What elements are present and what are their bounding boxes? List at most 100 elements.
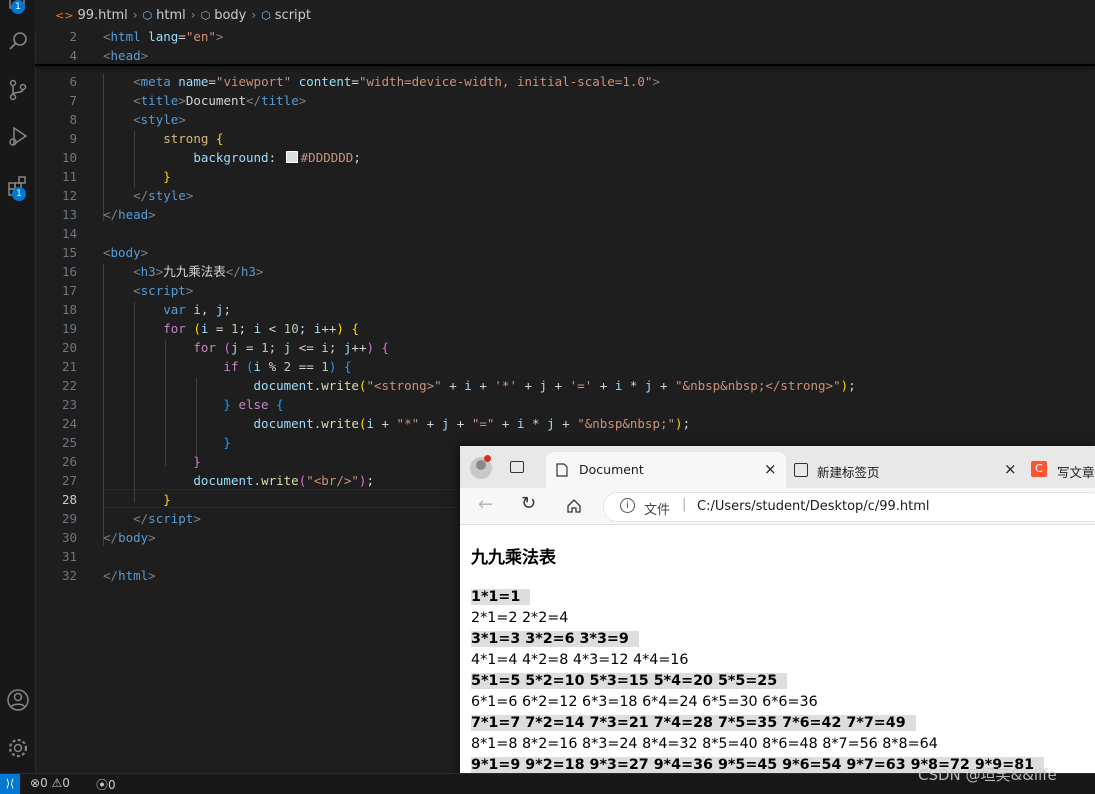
close-tab-icon[interactable]: × — [764, 460, 777, 478]
url-text[interactable]: C:/Users/student/Desktop/c/99.html — [697, 499, 930, 514]
code-line: 9 strong { — [69, 131, 224, 146]
account-icon[interactable] — [0, 684, 35, 716]
error-icon: ⊗ — [30, 776, 41, 790]
info-icon[interactable]: i — [620, 498, 635, 513]
tab-strip: Document × 新建标签页 × C 写文章- — [460, 446, 1095, 488]
multiplication-table: 1*1=1 2*1=2 2*2=4 3*1=3 3*2=6 3*3=9 4*1=… — [471, 587, 1045, 776]
tab-title: 新建标签页 — [817, 465, 880, 480]
code-line: 19 for (i = 1; i < 10; i++) { — [61, 321, 359, 336]
page-heading: 九九乘法表 — [471, 548, 556, 568]
page-icon — [556, 463, 568, 477]
code-line: 11 } — [61, 169, 171, 184]
table-row-text: 1*1=1 — [471, 589, 531, 605]
avatar-head — [476, 460, 486, 470]
source-control-icon[interactable] — [0, 74, 35, 106]
search-icon[interactable] — [0, 25, 35, 57]
file-scheme-label: 文件 — [644, 503, 671, 518]
ports-status[interactable]: ⦿0 — [96, 776, 116, 793]
breadcrumb-file-label: 99.html — [77, 7, 128, 23]
code-line: 7 <title>Document</title> — [69, 93, 307, 108]
error-count: 0 — [40, 776, 48, 790]
page-content: 九九乘法表 1*1=1 2*1=2 2*2=4 3*1=3 3*2=6 3*3=… — [460, 525, 1095, 793]
code-line: 8 <style> — [69, 112, 186, 127]
activity-bar: 1 1 — [0, 0, 36, 773]
color-swatch[interactable] — [285, 151, 298, 163]
code-line: 12 </style> — [61, 188, 194, 203]
new-tab-page-icon — [794, 463, 808, 477]
table-row: 4*1=4 4*2=8 4*3=12 4*4=16 — [471, 650, 1044, 671]
breadcrumb-html-label: html — [156, 7, 186, 23]
html-file-icon: <> — [55, 8, 74, 22]
chevron-right-icon: › — [132, 8, 138, 22]
tab-actions-icon[interactable] — [510, 461, 524, 473]
back-arrow-icon[interactable]: ← — [478, 494, 493, 515]
ports-count: 0 — [108, 778, 116, 792]
explorer-badge: 1 — [11, 0, 25, 14]
table-row-text: 3*1=3 3*2=6 3*3=9 — [471, 631, 639, 647]
breadcrumb-html[interactable]: ⬡ html › — [143, 8, 201, 23]
code-line: 4 <head> — [69, 48, 149, 63]
code-line: 17 <script> — [61, 283, 194, 298]
run-debug-icon[interactable] — [0, 120, 35, 152]
code-line: 18 var i, j; — [61, 302, 231, 317]
tab-title: Document — [579, 462, 644, 477]
tab-new-tab[interactable]: 新建标签页 × — [786, 452, 1026, 488]
breadcrumb-script[interactable]: ⬡ script — [261, 8, 311, 23]
close-tab-icon[interactable]: × — [1004, 460, 1017, 478]
browser-window: Document × 新建标签页 × C 写文章- ← ↻ i 文件 | C:/… — [460, 446, 1095, 793]
tab-title: 写文章- — [1057, 465, 1095, 480]
sticky-scroll-divider — [35, 64, 1095, 66]
code-line: 6 <meta name="viewport" content="width=d… — [69, 74, 660, 89]
explorer-icon[interactable]: 1 — [0, 0, 35, 16]
code-line: 16 <h3>九九乘法表</h3> — [61, 264, 264, 279]
remote-indicator-icon[interactable]: ⟩⟨ — [0, 774, 20, 794]
table-row-text: 6*1=6 6*2=12 6*3=18 6*4=24 6*5=30 6*6=36 — [471, 694, 827, 710]
extensions-badge: 1 — [12, 187, 26, 201]
breadcrumb-body-label: body — [214, 7, 247, 23]
table-row: 1*1=1 — [471, 587, 1044, 608]
code-line: 14 — [61, 226, 77, 241]
table-row: 7*1=7 7*2=14 7*3=21 7*4=28 7*5=35 7*6=42… — [471, 713, 1044, 734]
tab-write-article[interactable]: C 写文章- — [1026, 452, 1095, 488]
settings-gear-icon[interactable] — [0, 732, 35, 764]
table-row-text: 8*1=8 8*2=16 8*3=24 8*4=32 8*5=40 8*6=48… — [471, 736, 947, 752]
table-row-text: 2*1=2 2*2=4 — [471, 610, 578, 626]
csdn-logo-icon: C — [1031, 461, 1047, 477]
address-bar[interactable]: i 文件 | C:/Users/student/Desktop/c/99.htm… — [603, 492, 1095, 522]
code-line: 2 <html lang="en"> — [69, 29, 224, 44]
csdn-watermark: CSDN @坦笑&&life — [918, 766, 1057, 784]
table-row: 6*1=6 6*2=12 6*3=18 6*4=24 6*5=30 6*6=36 — [471, 692, 1044, 713]
breadcrumb-body[interactable]: ⬡ body › — [201, 8, 262, 23]
code-line: 22 document.write("<strong>" + i + '*' +… — [61, 378, 856, 393]
chevron-right-icon: › — [190, 8, 196, 22]
table-row-text: 4*1=4 4*2=8 4*3=12 4*4=16 — [471, 652, 698, 668]
home-icon[interactable] — [566, 498, 582, 514]
active-line-number: 28 — [61, 492, 77, 507]
code-line: 21 if (i % 2 == 1) { — [61, 359, 352, 374]
warning-icon: ⚠ — [51, 776, 63, 790]
broadcast-icon: ⦿ — [96, 778, 109, 792]
element-icon: ⬡ — [142, 8, 153, 22]
notification-dot — [484, 455, 491, 462]
address-divider: | — [682, 497, 687, 512]
table-row-text: 7*1=7 7*2=14 7*3=21 7*4=28 7*5=35 7*6=42… — [471, 715, 916, 731]
warning-count: 0 — [62, 776, 70, 790]
extensions-icon[interactable]: 1 — [0, 170, 35, 202]
code-line: 23 } else { — [61, 397, 284, 412]
table-row: 2*1=2 2*2=4 — [471, 608, 1044, 629]
tab-document[interactable]: Document × — [546, 452, 786, 488]
table-row-text: 5*1=5 5*2=10 5*3=15 5*4=20 5*5=25 — [471, 673, 788, 689]
code-line: 10 background: #DDDDDD; — [61, 150, 361, 165]
breadcrumb-file[interactable]: <> 99.html › — [55, 8, 143, 23]
code-line: 15 <body> — [61, 245, 149, 260]
table-row: 5*1=5 5*2=10 5*3=15 5*4=20 5*5=25 — [471, 671, 1044, 692]
table-row: 8*1=8 8*2=16 8*3=24 8*4=32 8*5=40 8*6=48… — [471, 734, 1044, 755]
code-line: 13 </head> — [61, 207, 156, 222]
browser-toolbar: ← ↻ i 文件 | C:/Users/student/Desktop/c/99… — [460, 488, 1095, 525]
refresh-icon[interactable]: ↻ — [521, 493, 536, 514]
profile-avatar[interactable] — [470, 455, 492, 479]
element-icon: ⬡ — [261, 8, 271, 22]
problems-status[interactable]: ⊗0 ⚠0 — [30, 776, 70, 790]
breadcrumb: <> 99.html › ⬡ html › ⬡ body › ⬡ script — [35, 0, 1095, 30]
element-icon: ⬡ — [200, 8, 211, 22]
